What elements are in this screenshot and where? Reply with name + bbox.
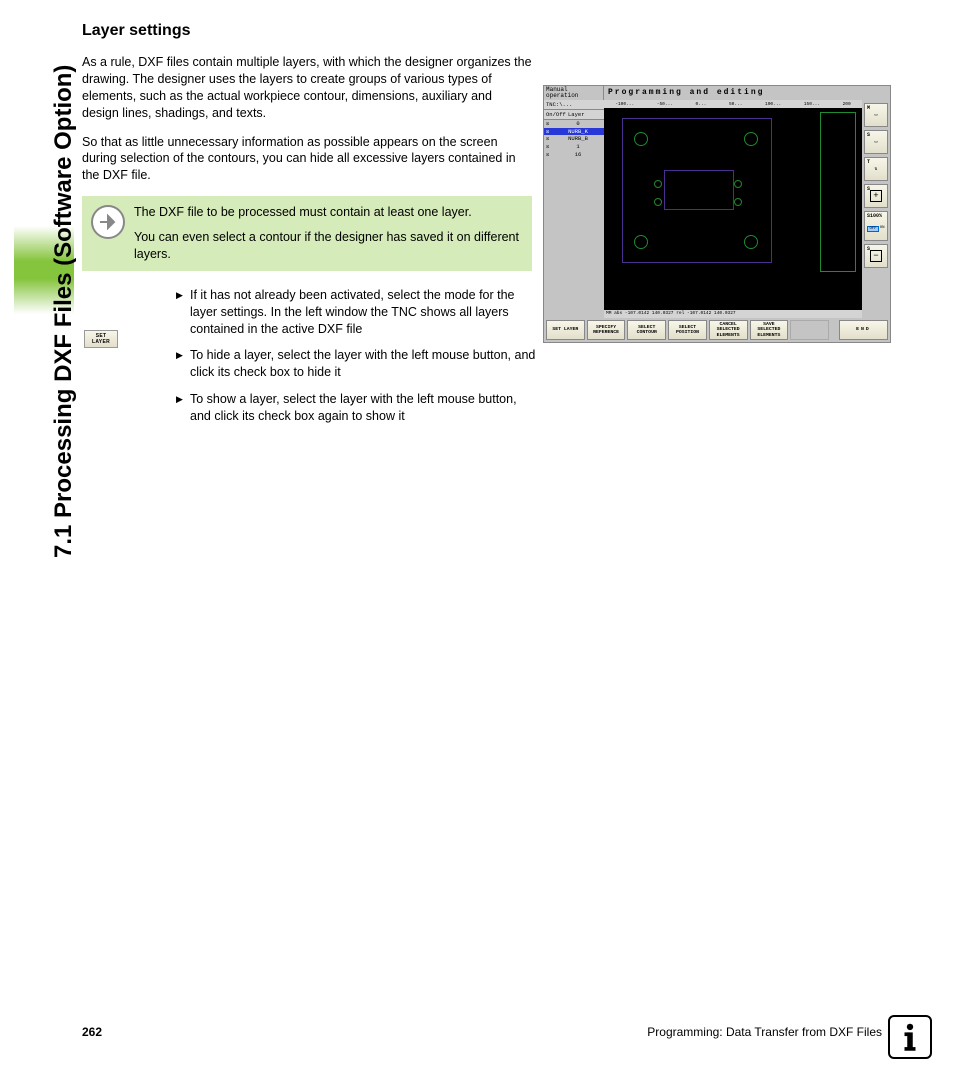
- intro-para-1: As a rule, DXF files contain multiple la…: [82, 54, 532, 122]
- ss-layer-row-0[interactable]: ☒0: [544, 120, 604, 128]
- ss-layer-row-1[interactable]: ☒NURB_K: [544, 128, 604, 136]
- ss-layer-row-4[interactable]: ☒16: [544, 151, 604, 159]
- note-line-1: The DXF file to be processed must contai…: [134, 204, 522, 221]
- ss-layer-row-3[interactable]: ☒1: [544, 143, 604, 151]
- ss-mode: Manual operation: [544, 86, 604, 100]
- dxf-hole-2: [744, 132, 758, 146]
- sk-select-position[interactable]: SELECT POSITION: [668, 320, 707, 340]
- dxf-hole-6: [734, 180, 742, 188]
- dxf-hole-8: [734, 198, 742, 206]
- intro-para-2: So that as little unnecessary informatio…: [82, 134, 532, 185]
- vkey-s100[interactable]: S100% OFF ON: [864, 211, 888, 241]
- sk-select-contour[interactable]: SELECT CONTOUR: [627, 320, 666, 340]
- vkey-m[interactable]: M▭: [864, 103, 888, 127]
- sk-cancel-selected[interactable]: CANCEL SELECTED ELEMENTS: [709, 320, 748, 340]
- arrow-right-icon: [82, 204, 134, 240]
- sk-end[interactable]: END: [839, 320, 888, 340]
- instruction-list: If it has not already been activated, se…: [176, 287, 536, 425]
- footer-chapter: Programming: Data Transfer from DXF File…: [647, 1025, 882, 1039]
- dxf-side-panel: [820, 112, 856, 272]
- page-number: 262: [82, 1025, 102, 1039]
- ss-layer-header: On/Off Layer: [544, 110, 604, 120]
- dxf-inner: [664, 170, 734, 210]
- section-heading: Layer settings: [82, 22, 532, 40]
- ss-title: Programming and editing: [604, 86, 890, 100]
- set-layer-softkey: SETLAYER: [84, 330, 118, 348]
- vkey-s[interactable]: S▭: [864, 130, 888, 154]
- vkey-t[interactable]: T⇅: [864, 157, 888, 181]
- vkey-s-plus[interactable]: S+: [864, 184, 888, 208]
- sk-save-selected[interactable]: SAVE SELECTED ELEMENTS: [750, 320, 789, 340]
- note-box: The DXF file to be processed must contai…: [82, 196, 532, 271]
- bullet-2: To hide a layer, select the layer with t…: [176, 347, 536, 381]
- sidebar-title: 7.1 Processing DXF Files (Software Optio…: [50, 65, 78, 558]
- dxf-hole-7: [654, 198, 662, 206]
- note-line-2: You can even select a contour if the des…: [134, 229, 522, 263]
- ss-status: MM abs -107.0142 140.0327 rel -107.0142 …: [604, 310, 862, 318]
- info-icon: [888, 1015, 932, 1059]
- dxf-hole-3: [634, 235, 648, 249]
- sk-empty: [790, 320, 829, 340]
- dxf-hole-4: [744, 235, 758, 249]
- sk-set-layer[interactable]: SET LAYER: [546, 320, 585, 340]
- vkey-s-minus[interactable]: S−: [864, 244, 888, 268]
- dxf-hole-1: [634, 132, 648, 146]
- page-footer: 262 Programming: Data Transfer from DXF …: [82, 1025, 882, 1039]
- tnc-screenshot: Manual operation Programming and editing…: [543, 85, 891, 343]
- ss-tnc-path: TNC:\...: [544, 100, 604, 110]
- dxf-hole-5: [654, 180, 662, 188]
- ss-drawing-area[interactable]: -100...-50...0...50...100...150...200 MM…: [604, 100, 862, 318]
- ss-ruler: -100...-50...0...50...100...150...200: [604, 100, 862, 108]
- ss-softkey-row: SET LAYER SPECIFY REFERENCE SELECT CONTO…: [544, 318, 890, 342]
- bullet-3: To show a layer, select the layer with t…: [176, 391, 536, 425]
- sk-specify-ref[interactable]: SPECIFY REFERENCE: [587, 320, 626, 340]
- ss-vkeys: M▭ S▭ T⇅ S+ S100% OFF ON S−: [862, 100, 890, 318]
- ss-layer-row-2[interactable]: ☒NURB_B: [544, 135, 604, 143]
- ss-layer-panel: TNC:\... On/Off Layer ☒0 ☒NURB_K ☒NURB_B…: [544, 100, 604, 318]
- bullet-1: If it has not already been activated, se…: [176, 287, 536, 338]
